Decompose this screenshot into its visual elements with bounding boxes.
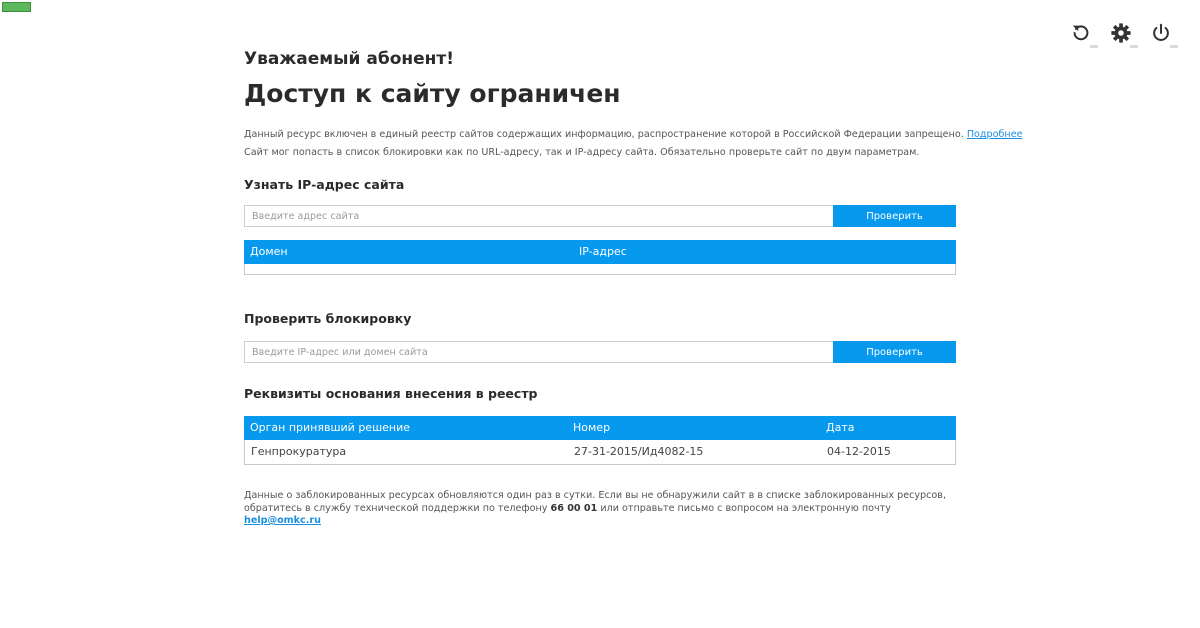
support-phone: 66 00 01 xyxy=(550,502,598,514)
button-shadow xyxy=(1170,45,1178,48)
footer-note: Данные о заблокированных ресурсах обновл… xyxy=(244,490,956,528)
greeting: Уважаемый абонент! xyxy=(244,49,455,69)
cell-date: 04-12-2015 xyxy=(827,445,891,458)
site-address-input[interactable] xyxy=(244,205,833,227)
block-check-form: Проверить xyxy=(244,341,956,363)
info-text: Данный ресурс включен в единый реестр са… xyxy=(244,126,1023,162)
ip-or-domain-input[interactable] xyxy=(244,341,833,363)
column-header-domain: Домен xyxy=(250,245,288,258)
page-title: Доступ к сайту ограничен xyxy=(244,79,621,108)
support-email-link[interactable]: help@omkc.ru xyxy=(244,515,321,526)
column-header-ip: IP-адрес xyxy=(579,245,627,258)
footer-text-2: или отправьте письмо с вопросом на элект… xyxy=(600,502,891,514)
refresh-button[interactable] xyxy=(1070,22,1098,48)
button-shadow xyxy=(1130,45,1138,48)
more-info-link[interactable]: Подробнее xyxy=(967,129,1023,140)
cell-authority: Генпрокуратура xyxy=(251,445,347,458)
info-line-1: Данный ресурс включен в единый реестр са… xyxy=(244,126,1023,144)
gear-icon xyxy=(1111,23,1131,43)
block-check-section: Проверить блокировку Проверить xyxy=(244,310,956,363)
page: Уважаемый абонент! Доступ к сайту ограни… xyxy=(0,0,1200,628)
info-line-2: Сайт мог попасть в список блокировки как… xyxy=(244,147,920,158)
ip-results-table: Домен IP-адрес xyxy=(244,240,956,275)
ip-lookup-form: Проверить xyxy=(244,205,956,227)
top-toolbar xyxy=(1070,22,1178,48)
registry-title: Реквизиты основания внесения в реестр xyxy=(244,386,538,401)
column-header-number: Номер xyxy=(573,421,611,434)
block-check-title: Проверить блокировку xyxy=(244,311,412,326)
refresh-icon xyxy=(1072,25,1089,41)
registry-table: Орган принявший решение Номер Дата Генпр… xyxy=(244,416,956,465)
ip-results-empty-row xyxy=(245,264,955,274)
power-icon xyxy=(1153,23,1169,41)
ip-lookup-check-button[interactable]: Проверить xyxy=(833,205,956,227)
ip-results-header: Домен IP-адрес xyxy=(244,240,956,264)
table-row: Генпрокуратура 27-31-2015/Ид4082-15 04-1… xyxy=(245,440,955,464)
block-check-button[interactable]: Проверить xyxy=(833,341,956,363)
column-header-authority: Орган принявший решение xyxy=(250,421,411,434)
cell-number: 27-31-2015/Ид4082-15 xyxy=(574,445,704,458)
power-button[interactable] xyxy=(1150,22,1178,48)
main-content: Уважаемый абонент! Доступ к сайту ограни… xyxy=(244,48,1023,528)
column-header-date: Дата xyxy=(826,421,855,434)
ip-lookup-section: Узнать IP-адрес сайта Проверить Домен IP… xyxy=(244,176,956,275)
registry-section: Реквизиты основания внесения в реестр Ор… xyxy=(244,385,956,465)
registry-header: Орган принявший решение Номер Дата xyxy=(244,416,956,440)
settings-button[interactable] xyxy=(1110,22,1138,48)
corner-badge xyxy=(2,2,31,12)
info-line-1-text: Данный ресурс включен в единый реестр са… xyxy=(244,129,964,140)
button-shadow xyxy=(1090,45,1098,48)
ip-lookup-title: Узнать IP-адрес сайта xyxy=(244,177,405,192)
